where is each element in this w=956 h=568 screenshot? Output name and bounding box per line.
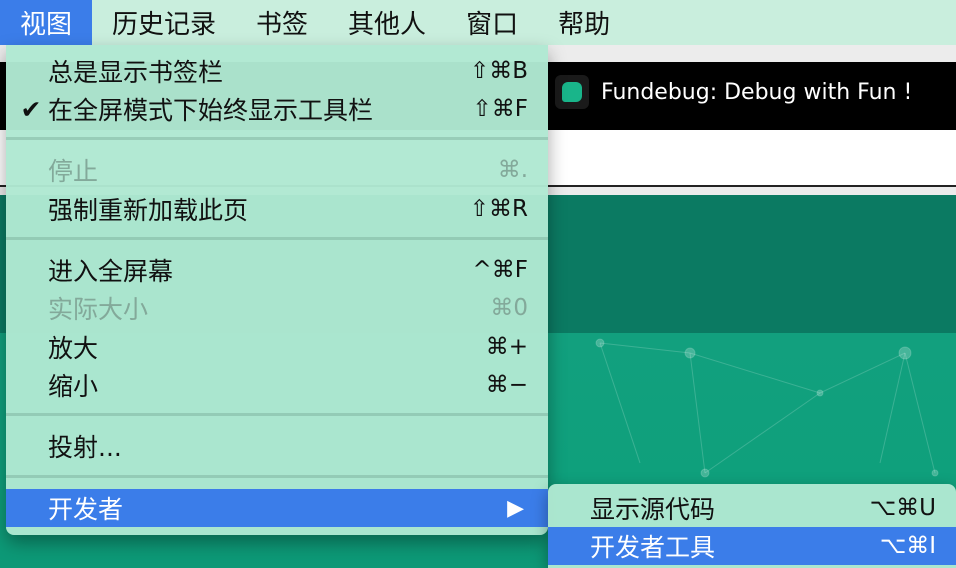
menu-separator — [6, 237, 548, 240]
menubar-help[interactable]: 帮助 — [538, 0, 630, 45]
menu-item-shortcut: ⌘+ — [485, 334, 528, 360]
browser-tab-title: Fundebug: Debug with Fun ! — [601, 79, 913, 105]
menu-item-shortcut: ⇧⌘R — [469, 196, 528, 222]
menu-item-zoom-in[interactable]: 放大 ⌘+ — [6, 328, 548, 366]
menu-item-developer-tools[interactable]: 开发者工具 ⌥⌘I — [548, 527, 956, 565]
menu-item-label: 实际大小 — [48, 295, 149, 324]
menu-separator — [6, 413, 548, 416]
menu-item-actual-size: 实际大小 ⌘0 — [6, 289, 548, 327]
checkmark-icon: ✔ — [20, 94, 42, 124]
submenu-arrow-icon: ▶ — [507, 495, 524, 521]
menu-item-force-reload[interactable]: 强制重新加载此页 ⇧⌘R — [6, 190, 548, 228]
menu-item-shortcut: ⇧⌘B — [469, 58, 528, 84]
menu-item-stop: 停止 ⌘. — [6, 151, 548, 189]
menu-item-label: 强制重新加载此页 — [48, 196, 249, 225]
menu-separator — [6, 475, 548, 478]
menu-item-label: 放大 — [48, 334, 99, 363]
browser-tab[interactable]: Fundebug: Debug with Fun ! — [555, 72, 912, 112]
menu-item-label: 总是显示书签栏 — [48, 58, 224, 87]
menu-item-label: 投射... — [48, 433, 122, 462]
menu-item-shortcut: ⌘0 — [490, 295, 528, 321]
menu-item-view-source[interactable]: 显示源代码 ⌥⌘U — [548, 489, 956, 527]
menu-item-fullscreen-toolbar[interactable]: ✔ 在全屏模式下始终显示工具栏 ⇧⌘F — [6, 90, 548, 128]
menu-item-label: 开发者工具 — [590, 533, 716, 562]
menu-item-label: 进入全屏幕 — [48, 257, 174, 286]
menu-item-shortcut: ^⌘F — [472, 257, 528, 283]
menu-item-label: 在全屏模式下始终显示工具栏 — [48, 96, 374, 125]
menu-item-enter-fullscreen[interactable]: 进入全屏幕 ^⌘F — [6, 251, 548, 289]
menubar-history[interactable]: 历史记录 — [92, 0, 236, 45]
fundebug-logo-icon — [555, 75, 589, 109]
menu-item-cast[interactable]: 投射... — [6, 427, 548, 465]
developer-submenu: 显示源代码 ⌥⌘U 开发者工具 ⌥⌘I — [548, 484, 956, 568]
menu-bar: 视图 历史记录 书签 其他人 窗口 帮助 — [0, 0, 956, 45]
menubar-bookmarks[interactable]: 书签 — [236, 0, 328, 45]
view-menu-dropdown: 总是显示书签栏 ⇧⌘B ✔ 在全屏模式下始终显示工具栏 ⇧⌘F 停止 ⌘. 强制… — [6, 45, 548, 535]
menu-separator — [6, 137, 548, 140]
menu-item-shortcut: ⌘. — [497, 157, 528, 183]
menu-item-zoom-out[interactable]: 缩小 ⌘− — [6, 366, 548, 404]
menu-item-shortcut: ⌥⌘U — [869, 495, 936, 521]
menu-item-always-show-bookmarks[interactable]: 总是显示书签栏 ⇧⌘B — [6, 52, 548, 90]
menu-item-shortcut: ⇧⌘F — [472, 96, 528, 122]
menubar-people[interactable]: 其他人 — [328, 0, 446, 45]
menu-item-shortcut: ⌘− — [485, 372, 528, 398]
menu-item-label: 显示源代码 — [590, 495, 716, 524]
menubar-view[interactable]: 视图 — [0, 0, 93, 45]
menu-item-developer[interactable]: 开发者 ▶ — [6, 489, 548, 527]
menubar-window[interactable]: 窗口 — [446, 0, 538, 45]
menu-item-label: 缩小 — [48, 372, 99, 401]
menu-item-label: 停止 — [48, 157, 99, 186]
menu-item-label: 开发者 — [48, 495, 124, 524]
menu-item-shortcut: ⌥⌘I — [879, 533, 936, 559]
